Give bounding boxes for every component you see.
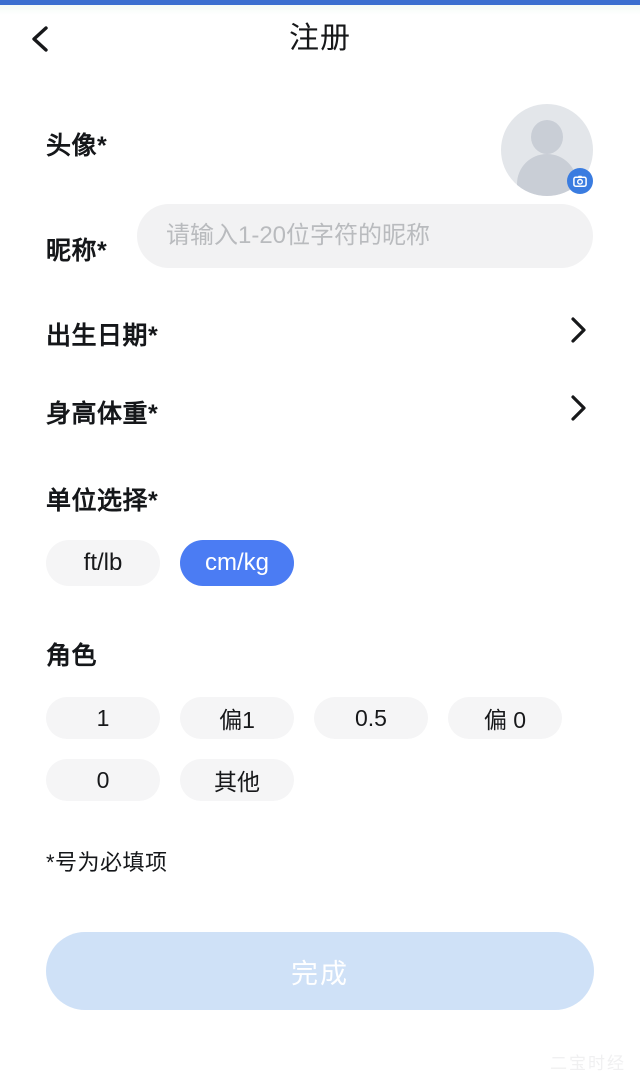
form-row-height-weight[interactable]: 身高体重*	[0, 369, 640, 447]
watermark: 二宝时经	[550, 1054, 626, 1073]
unit-select-options: ft/lb cm/kg	[46, 540, 640, 586]
submit-button[interactable]: 完成	[46, 932, 594, 1010]
spacer-submit-top	[0, 877, 640, 932]
form-row-nickname: 昵称*	[0, 195, 640, 291]
form-row-avatar: 头像*	[0, 77, 640, 196]
registration-form: 头像* 昵称* 出生日期* 身高体重*	[0, 77, 640, 1010]
unit-select-label: 单位选择*	[46, 487, 159, 515]
role-chip-lean-1[interactable]: 偏1	[180, 697, 294, 739]
role-chip-half[interactable]: 0.5	[314, 697, 428, 739]
role-chip-1[interactable]: 1	[46, 697, 160, 739]
avatar-label: 头像*	[46, 132, 108, 160]
nickname-input[interactable]	[137, 204, 593, 268]
role-chip-other[interactable]: 其他	[180, 759, 294, 801]
avatar-upload-button[interactable]	[501, 104, 593, 196]
birthdate-label: 出生日期*	[46, 322, 159, 350]
camera-badge[interactable]	[567, 168, 593, 194]
spacer-role-top	[0, 586, 640, 636]
nickname-label: 昵称*	[46, 237, 108, 265]
nav-header: 注册	[0, 5, 640, 77]
role-chip-lean-0[interactable]: 偏 0	[448, 697, 562, 739]
chevron-right-icon	[571, 317, 586, 343]
unit-chip-ftlb[interactable]: ft/lb	[46, 540, 160, 586]
role-chip-0[interactable]: 0	[46, 759, 160, 801]
form-row-birthdate[interactable]: 出生日期*	[0, 291, 640, 369]
spacer-unit-mid	[0, 517, 640, 540]
spacer-unit-top	[0, 447, 640, 481]
camera-icon	[573, 175, 587, 187]
height-weight-label: 身高体重*	[46, 400, 159, 428]
chevron-right-icon	[571, 395, 586, 421]
role-options: 1 偏1 0.5 偏 0 0 其他	[46, 697, 640, 801]
spacer-note-top	[0, 801, 640, 845]
unit-chip-cmkg[interactable]: cm/kg	[180, 540, 294, 586]
required-fields-note: *号为必填项	[46, 850, 168, 875]
role-label: 角色	[46, 642, 98, 670]
spacer-role-mid	[0, 672, 640, 697]
page-title: 注册	[289, 22, 351, 55]
person-silhouette-icon	[531, 120, 563, 154]
